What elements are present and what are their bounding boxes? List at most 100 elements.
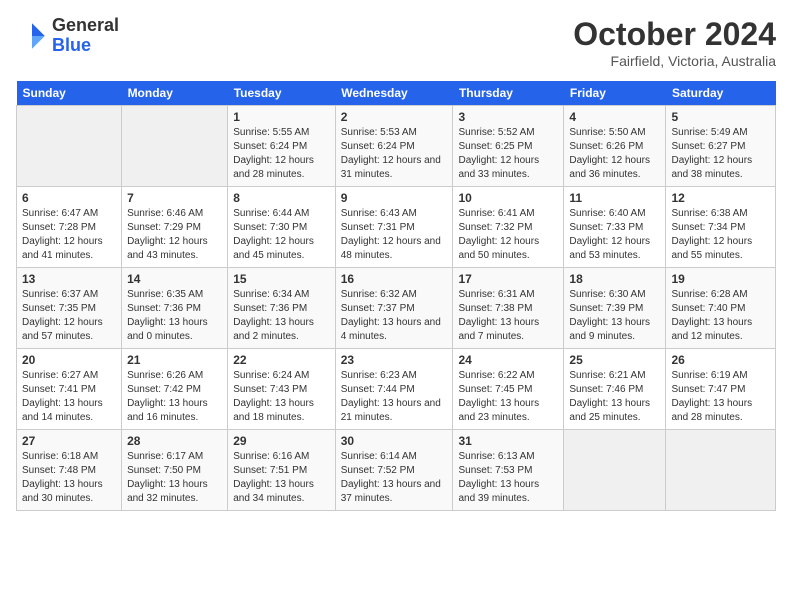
- day-info: Sunrise: 6:37 AMSunset: 7:35 PMDaylight:…: [22, 288, 116, 344]
- calendar-week-row: 20 Sunrise: 6:27 AMSunset: 7:41 PMDayligh…: [17, 349, 776, 430]
- calendar-cell: 11 Sunrise: 6:40 AMSunset: 7:33 PMDayligh…: [564, 187, 666, 268]
- day-info: Sunrise: 6:47 AMSunset: 7:28 PMDaylight:…: [22, 207, 116, 263]
- day-number: 21: [127, 353, 222, 367]
- day-info: Sunrise: 6:40 AMSunset: 7:33 PMDaylight:…: [569, 207, 660, 263]
- day-info: Sunrise: 6:41 AMSunset: 7:32 PMDaylight:…: [458, 207, 558, 263]
- day-info: Sunrise: 6:35 AMSunset: 7:36 PMDaylight:…: [127, 288, 222, 344]
- calendar-cell: 7 Sunrise: 6:46 AMSunset: 7:29 PMDaylight…: [122, 187, 228, 268]
- day-number: 10: [458, 191, 558, 205]
- calendar-cell: 9 Sunrise: 6:43 AMSunset: 7:31 PMDaylight…: [335, 187, 453, 268]
- day-info: Sunrise: 6:14 AMSunset: 7:52 PMDaylight:…: [341, 450, 448, 506]
- day-info: Sunrise: 5:53 AMSunset: 6:24 PMDaylight:…: [341, 126, 448, 182]
- day-info: Sunrise: 6:44 AMSunset: 7:30 PMDaylight:…: [233, 207, 330, 263]
- day-number: 22: [233, 353, 330, 367]
- day-info: Sunrise: 6:17 AMSunset: 7:50 PMDaylight:…: [127, 450, 222, 506]
- calendar-week-row: 13 Sunrise: 6:37 AMSunset: 7:35 PMDayligh…: [17, 268, 776, 349]
- day-number: 20: [22, 353, 116, 367]
- header-day-monday: Monday: [122, 81, 228, 106]
- month-title: October 2024: [573, 16, 776, 53]
- day-number: 1: [233, 110, 330, 124]
- day-number: 28: [127, 434, 222, 448]
- calendar-cell: 24Sunrise: 6:22 AMSunset: 7:45 PMDayligh…: [453, 349, 564, 430]
- calendar-cell: 8 Sunrise: 6:44 AMSunset: 7:30 PMDaylight…: [228, 187, 336, 268]
- calendar-cell: 27 Sunrise: 6:18 AMSunset: 7:48 PMDayligh…: [17, 430, 122, 511]
- page-header: General Blue October 2024 Fairfield, Vic…: [16, 16, 776, 69]
- day-number: 9: [341, 191, 448, 205]
- calendar-week-row: 27 Sunrise: 6:18 AMSunset: 7:48 PMDayligh…: [17, 430, 776, 511]
- calendar-cell: 29 Sunrise: 6:16 AMSunset: 7:51 PMDayligh…: [228, 430, 336, 511]
- calendar-cell: [564, 430, 666, 511]
- title-block: October 2024 Fairfield, Victoria, Austra…: [573, 16, 776, 69]
- day-number: 25: [569, 353, 660, 367]
- header-day-sunday: Sunday: [17, 81, 122, 106]
- day-number: 19: [671, 272, 770, 286]
- day-info: Sunrise: 6:24 AMSunset: 7:43 PMDaylight:…: [233, 369, 330, 425]
- calendar-cell: 2 Sunrise: 5:53 AMSunset: 6:24 PMDaylight…: [335, 106, 453, 187]
- calendar-cell: 6 Sunrise: 6:47 AMSunset: 7:28 PMDaylight…: [17, 187, 122, 268]
- day-info: Sunrise: 6:34 AMSunset: 7:36 PMDaylight:…: [233, 288, 330, 344]
- day-number: 8: [233, 191, 330, 205]
- day-number: 15: [233, 272, 330, 286]
- day-number: 24: [458, 353, 558, 367]
- day-info: Sunrise: 6:31 AMSunset: 7:38 PMDaylight:…: [458, 288, 558, 344]
- day-number: 7: [127, 191, 222, 205]
- day-info: Sunrise: 6:28 AMSunset: 7:40 PMDaylight:…: [671, 288, 770, 344]
- calendar-cell: 22 Sunrise: 6:24 AMSunset: 7:43 PMDayligh…: [228, 349, 336, 430]
- calendar-cell: 23 Sunrise: 6:23 AMSunset: 7:44 PMDayligh…: [335, 349, 453, 430]
- day-number: 14: [127, 272, 222, 286]
- header-day-wednesday: Wednesday: [335, 81, 453, 106]
- day-number: 29: [233, 434, 330, 448]
- calendar-table: SundayMondayTuesdayWednesdayThursdayFrid…: [16, 81, 776, 511]
- day-number: 6: [22, 191, 116, 205]
- day-info: Sunrise: 6:18 AMSunset: 7:48 PMDaylight:…: [22, 450, 116, 506]
- day-number: 11: [569, 191, 660, 205]
- day-number: 17: [458, 272, 558, 286]
- calendar-cell: 13 Sunrise: 6:37 AMSunset: 7:35 PMDayligh…: [17, 268, 122, 349]
- calendar-cell: [122, 106, 228, 187]
- calendar-cell: 21Sunrise: 6:26 AMSunset: 7:42 PMDayligh…: [122, 349, 228, 430]
- day-number: 5: [671, 110, 770, 124]
- day-info: Sunrise: 6:46 AMSunset: 7:29 PMDaylight:…: [127, 207, 222, 263]
- calendar-cell: 30 Sunrise: 6:14 AMSunset: 7:52 PMDayligh…: [335, 430, 453, 511]
- calendar-cell: 12Sunrise: 6:38 AMSunset: 7:34 PMDayligh…: [666, 187, 776, 268]
- day-number: 16: [341, 272, 448, 286]
- header-day-tuesday: Tuesday: [228, 81, 336, 106]
- calendar-cell: 5 Sunrise: 5:49 AMSunset: 6:27 PMDaylight…: [666, 106, 776, 187]
- logo-icon: [16, 20, 48, 52]
- day-info: Sunrise: 6:43 AMSunset: 7:31 PMDaylight:…: [341, 207, 448, 263]
- day-info: Sunrise: 6:23 AMSunset: 7:44 PMDaylight:…: [341, 369, 448, 425]
- calendar-cell: 17 Sunrise: 6:31 AMSunset: 7:38 PMDayligh…: [453, 268, 564, 349]
- day-info: Sunrise: 5:52 AMSunset: 6:25 PMDaylight:…: [458, 126, 558, 182]
- calendar-cell: [17, 106, 122, 187]
- day-number: 2: [341, 110, 448, 124]
- calendar-cell: 3Sunrise: 5:52 AMSunset: 6:25 PMDaylight…: [453, 106, 564, 187]
- day-info: Sunrise: 5:50 AMSunset: 6:26 PMDaylight:…: [569, 126, 660, 182]
- header-day-friday: Friday: [564, 81, 666, 106]
- calendar-cell: [666, 430, 776, 511]
- day-number: 13: [22, 272, 116, 286]
- calendar-week-row: 1 Sunrise: 5:55 AMSunset: 6:24 PMDaylight…: [17, 106, 776, 187]
- calendar-cell: 15 Sunrise: 6:34 AMSunset: 7:36 PMDayligh…: [228, 268, 336, 349]
- day-number: 27: [22, 434, 116, 448]
- day-info: Sunrise: 6:38 AMSunset: 7:34 PMDaylight:…: [671, 207, 770, 263]
- logo-text: General Blue: [52, 16, 119, 56]
- day-number: 18: [569, 272, 660, 286]
- calendar-cell: 4Sunrise: 5:50 AMSunset: 6:26 PMDaylight…: [564, 106, 666, 187]
- calendar-header-row: SundayMondayTuesdayWednesdayThursdayFrid…: [17, 81, 776, 106]
- calendar-cell: 26Sunrise: 6:19 AMSunset: 7:47 PMDayligh…: [666, 349, 776, 430]
- day-info: Sunrise: 6:16 AMSunset: 7:51 PMDaylight:…: [233, 450, 330, 506]
- calendar-cell: 1 Sunrise: 5:55 AMSunset: 6:24 PMDaylight…: [228, 106, 336, 187]
- calendar-cell: 14 Sunrise: 6:35 AMSunset: 7:36 PMDayligh…: [122, 268, 228, 349]
- day-info: Sunrise: 5:49 AMSunset: 6:27 PMDaylight:…: [671, 126, 770, 182]
- calendar-cell: 18Sunrise: 6:30 AMSunset: 7:39 PMDayligh…: [564, 268, 666, 349]
- day-number: 23: [341, 353, 448, 367]
- day-number: 30: [341, 434, 448, 448]
- day-info: Sunrise: 5:55 AMSunset: 6:24 PMDaylight:…: [233, 126, 330, 182]
- location: Fairfield, Victoria, Australia: [573, 53, 776, 69]
- day-info: Sunrise: 6:32 AMSunset: 7:37 PMDaylight:…: [341, 288, 448, 344]
- day-info: Sunrise: 6:27 AMSunset: 7:41 PMDaylight:…: [22, 369, 116, 425]
- calendar-cell: 28 Sunrise: 6:17 AMSunset: 7:50 PMDayligh…: [122, 430, 228, 511]
- day-info: Sunrise: 6:19 AMSunset: 7:47 PMDaylight:…: [671, 369, 770, 425]
- calendar-cell: 31Sunrise: 6:13 AMSunset: 7:53 PMDayligh…: [453, 430, 564, 511]
- calendar-week-row: 6 Sunrise: 6:47 AMSunset: 7:28 PMDaylight…: [17, 187, 776, 268]
